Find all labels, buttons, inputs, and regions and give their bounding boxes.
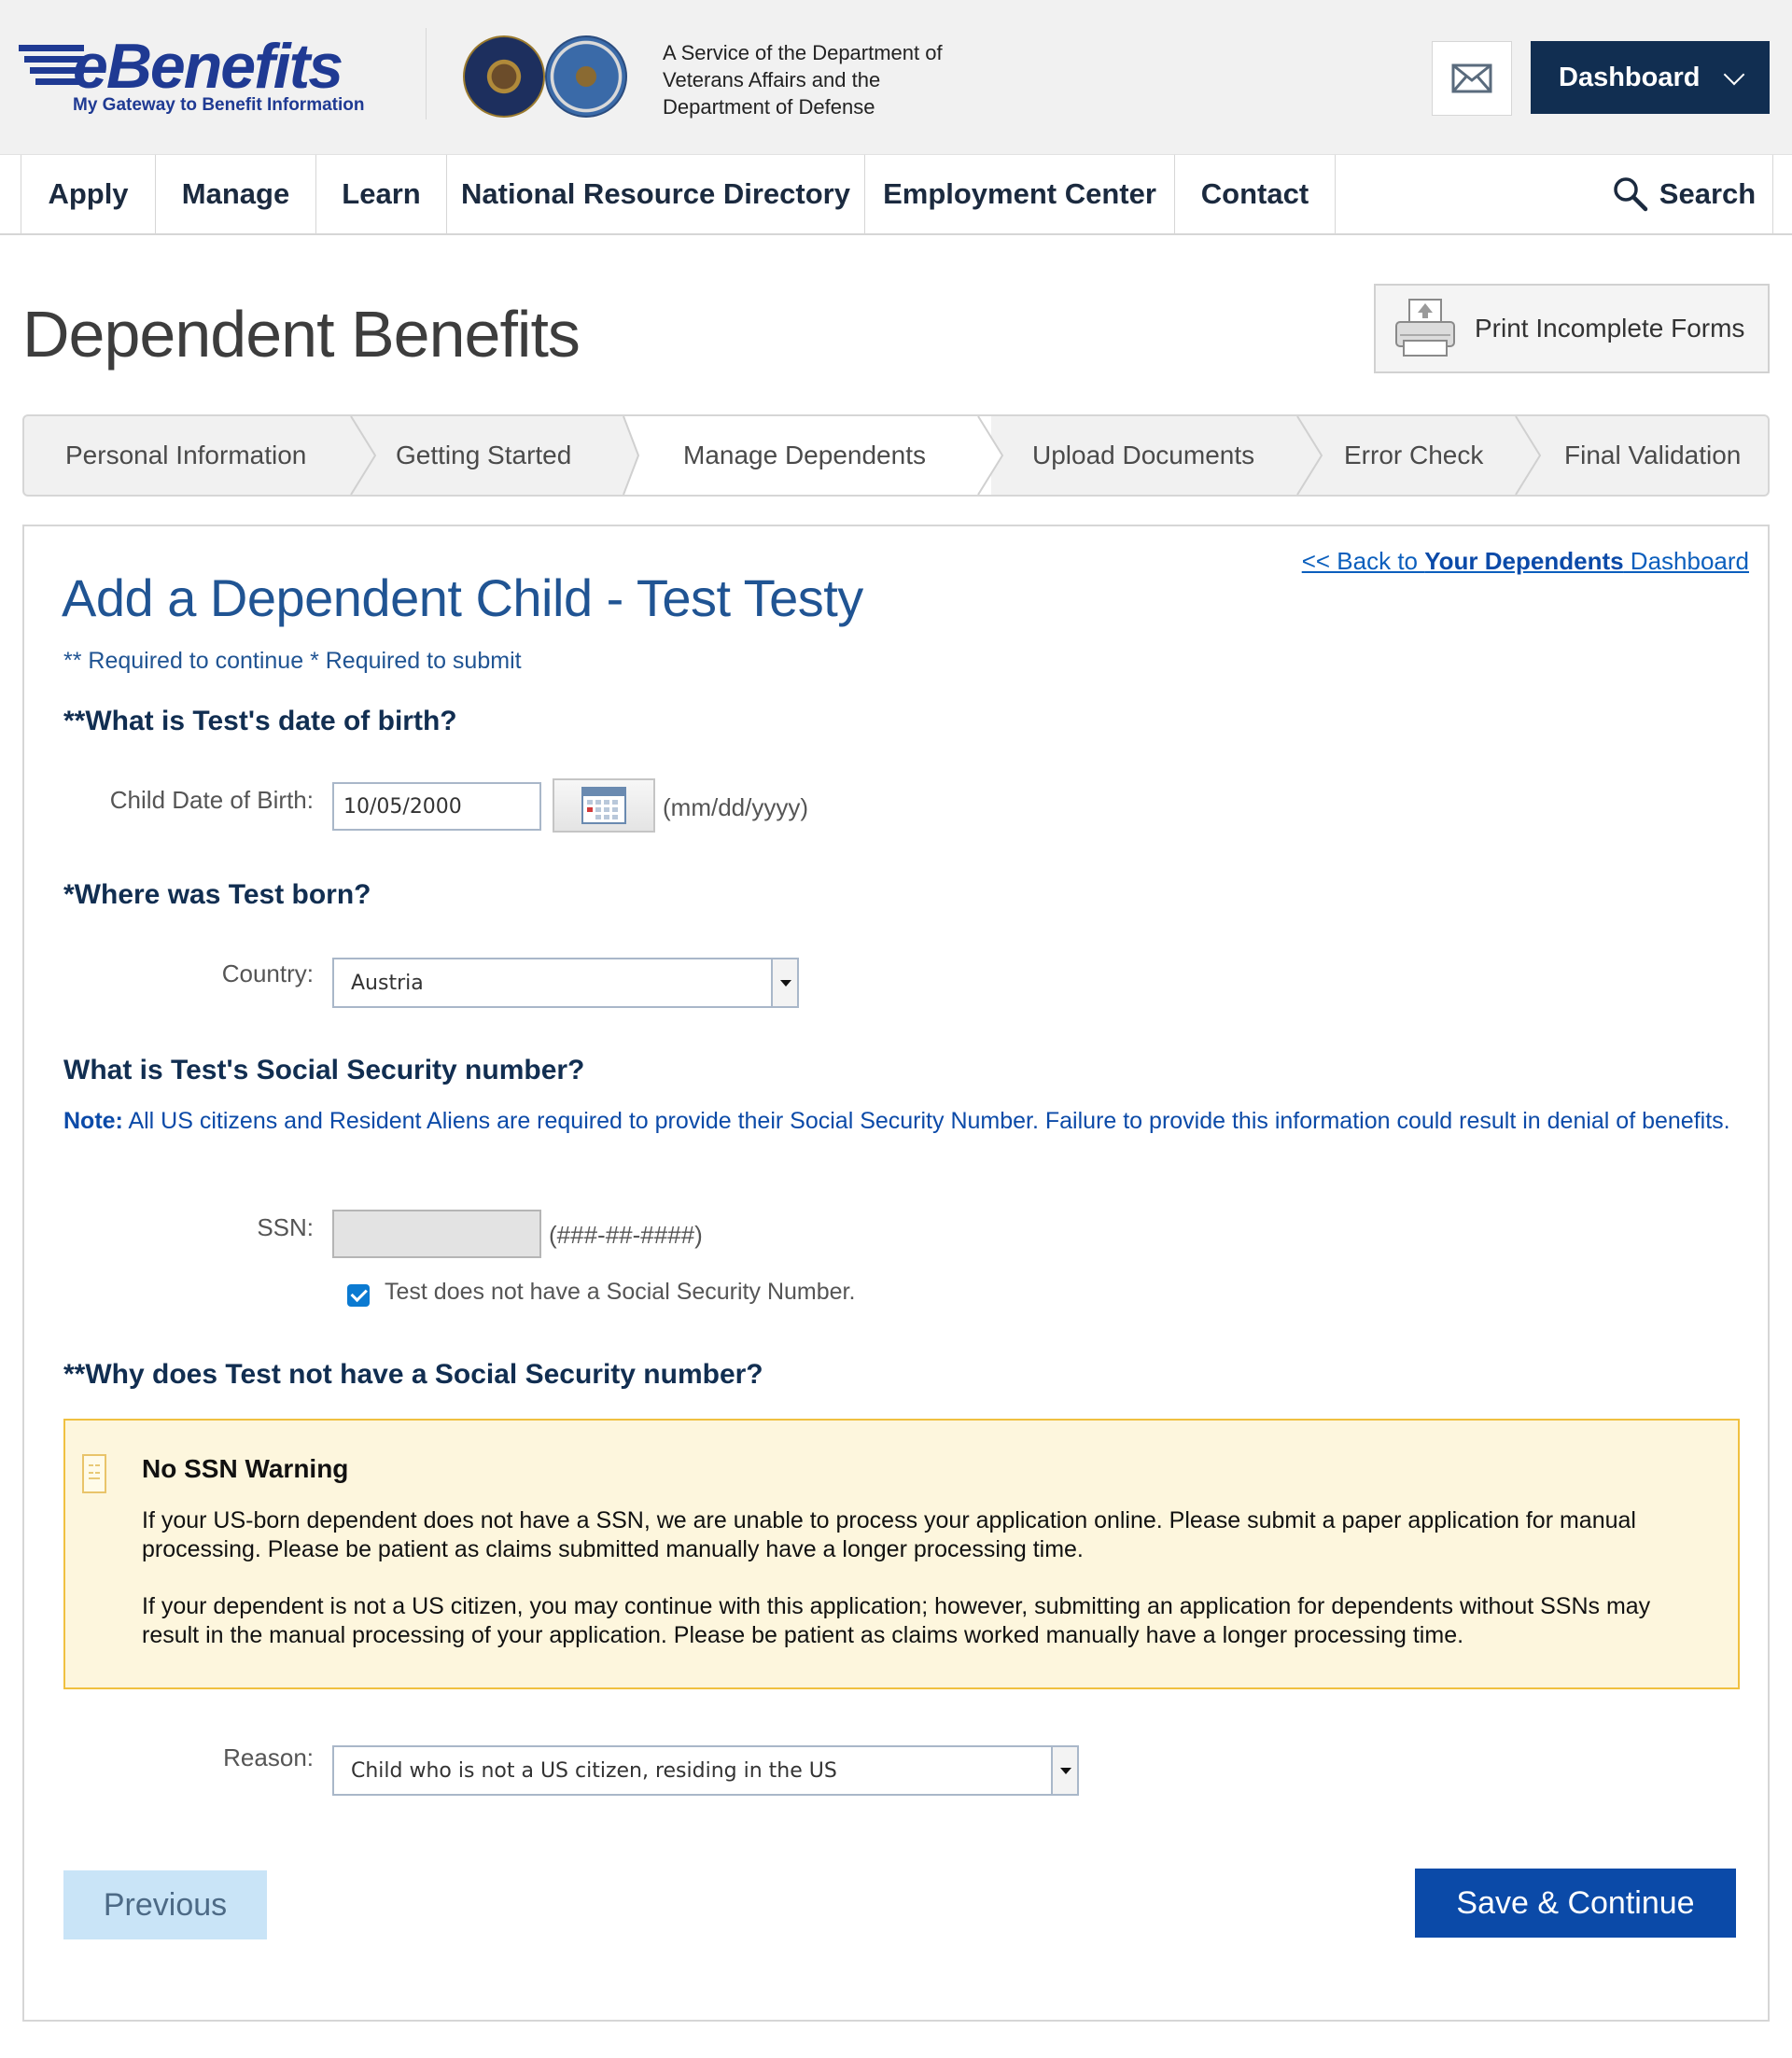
dashboard-button[interactable]: Dashboard <box>1531 41 1770 114</box>
back-to-dashboard-link[interactable]: << Back to Your Dependents Dashboard <box>1302 547 1749 576</box>
chevron-down-icon <box>1723 63 1745 86</box>
ebenefits-logo[interactable]: eBenefits My Gateway to Benefit Informat… <box>19 28 392 121</box>
country-select[interactable]: Austria <box>332 958 799 1008</box>
dob-format-hint: (mm/dd/yyyy) <box>663 793 808 821</box>
site-header: eBenefits My Gateway to Benefit Informat… <box>0 0 1792 155</box>
note-body: All US citizens and Resident Aliens are … <box>122 1108 1730 1134</box>
back-link-suffix: Dashboard <box>1623 547 1749 575</box>
no-ssn-checkbox[interactable] <box>347 1284 370 1307</box>
va-seal-icon <box>463 35 545 118</box>
reason-label: Reason: <box>223 1743 314 1771</box>
add-dependent-form: << Back to Your Dependents Dashboard Add… <box>22 525 1770 2022</box>
warning-paragraph-2: If your dependent is not a US citizen, y… <box>142 1593 1651 1648</box>
header-divider <box>426 28 427 119</box>
note-label: Note: <box>63 1108 123 1134</box>
previous-button[interactable]: Previous <box>63 1870 267 1939</box>
country-label: Country: <box>221 959 314 987</box>
print-label: Print Incomplete Forms <box>1475 314 1745 343</box>
ssn-input[interactable] <box>332 1210 541 1258</box>
search-label: Search <box>1659 177 1757 210</box>
nav-employment-center[interactable]: Employment Center <box>865 155 1175 233</box>
ssn-label: SSN: <box>257 1213 314 1241</box>
question-birthplace: *Where was Test born? <box>63 879 371 910</box>
main-nav: Apply Manage Learn National Resource Dir… <box>0 155 1792 235</box>
ssn-format-hint: (###-##-####) <box>549 1221 703 1249</box>
logo-wordmark: eBenefits <box>73 31 343 102</box>
no-ssn-checkbox-label[interactable]: Test does not have a Social Security Num… <box>385 1279 855 1306</box>
step-final-validation[interactable]: Final Validation <box>1542 416 1768 495</box>
nav-search[interactable]: Search <box>1596 155 1773 233</box>
print-incomplete-forms-button[interactable]: Print Incomplete Forms <box>1374 284 1770 373</box>
back-link-prefix: << Back to <box>1301 547 1425 575</box>
step-getting-started[interactable]: Getting Started <box>377 416 638 495</box>
dropdown-arrow-icon <box>771 959 797 1006</box>
step-divider <box>976 416 1004 495</box>
dob-input[interactable]: 10/05/2000 <box>332 782 541 831</box>
warning-paragraph-1: If your US-born dependent does not have … <box>142 1507 1636 1562</box>
calendar-icon <box>581 787 626 824</box>
step-error-check[interactable]: Error Check <box>1323 416 1529 495</box>
question-dob: **What is Test's date of birth? <box>63 706 457 736</box>
form-title: Add a Dependent Child - Test Testy <box>62 568 863 627</box>
step-manage-dependents[interactable]: Manage Dependents <box>622 416 991 495</box>
nav-national-resource-directory[interactable]: National Resource Directory <box>447 155 865 233</box>
dob-label: Child Date of Birth: <box>109 786 314 814</box>
step-divider <box>1515 416 1542 495</box>
nav-contact[interactable]: Contact <box>1175 155 1336 233</box>
search-icon <box>1614 177 1648 212</box>
dashboard-label: Dashboard <box>1559 62 1701 92</box>
question-ssn: What is Test's Social Security number? <box>63 1055 585 1085</box>
nav-apply[interactable]: Apply <box>21 155 156 233</box>
step-upload-documents[interactable]: Upload Documents <box>1004 416 1312 495</box>
warning-title: No SSN Warning <box>142 1454 349 1483</box>
save-and-continue-button[interactable]: Save & Continue <box>1415 1869 1736 1938</box>
ssn-note: Note: All US citizens and Resident Alien… <box>63 1107 1734 1136</box>
required-legend: ** Required to continue * Required to su… <box>63 648 522 674</box>
logo-tagline: My Gateway to Benefit Information <box>73 95 365 115</box>
step-divider <box>612 416 640 495</box>
warning-document-icon <box>82 1454 106 1493</box>
progress-steps: Personal Information Getting Started Man… <box>22 414 1770 497</box>
step-divider <box>350 416 377 495</box>
reason-select[interactable]: Child who is not a US citizen, residing … <box>332 1745 1079 1796</box>
reason-selected-value: Child who is not a US citizen, residing … <box>351 1758 837 1783</box>
step-personal-information[interactable]: Personal Information <box>24 416 355 495</box>
no-ssn-warning: No SSN Warning If your US-born dependent… <box>63 1419 1740 1689</box>
back-link-bold: Your Dependents <box>1424 547 1624 575</box>
question-why-no-ssn: **Why does Test not have a Social Securi… <box>63 1359 763 1390</box>
nav-manage[interactable]: Manage <box>156 155 316 233</box>
nav-learn[interactable]: Learn <box>316 155 447 233</box>
dod-seal-icon <box>545 35 627 118</box>
service-statement: A Service of the Department of Veterans … <box>663 41 943 119</box>
messages-button[interactable] <box>1432 41 1512 116</box>
dropdown-arrow-icon <box>1051 1747 1077 1794</box>
envelope-icon <box>1451 63 1492 93</box>
step-divider <box>1296 416 1323 495</box>
page-title: Dependent Benefits <box>22 298 581 371</box>
printer-icon <box>1393 298 1458 359</box>
country-selected-value: Austria <box>351 971 424 995</box>
calendar-button[interactable] <box>553 778 655 833</box>
